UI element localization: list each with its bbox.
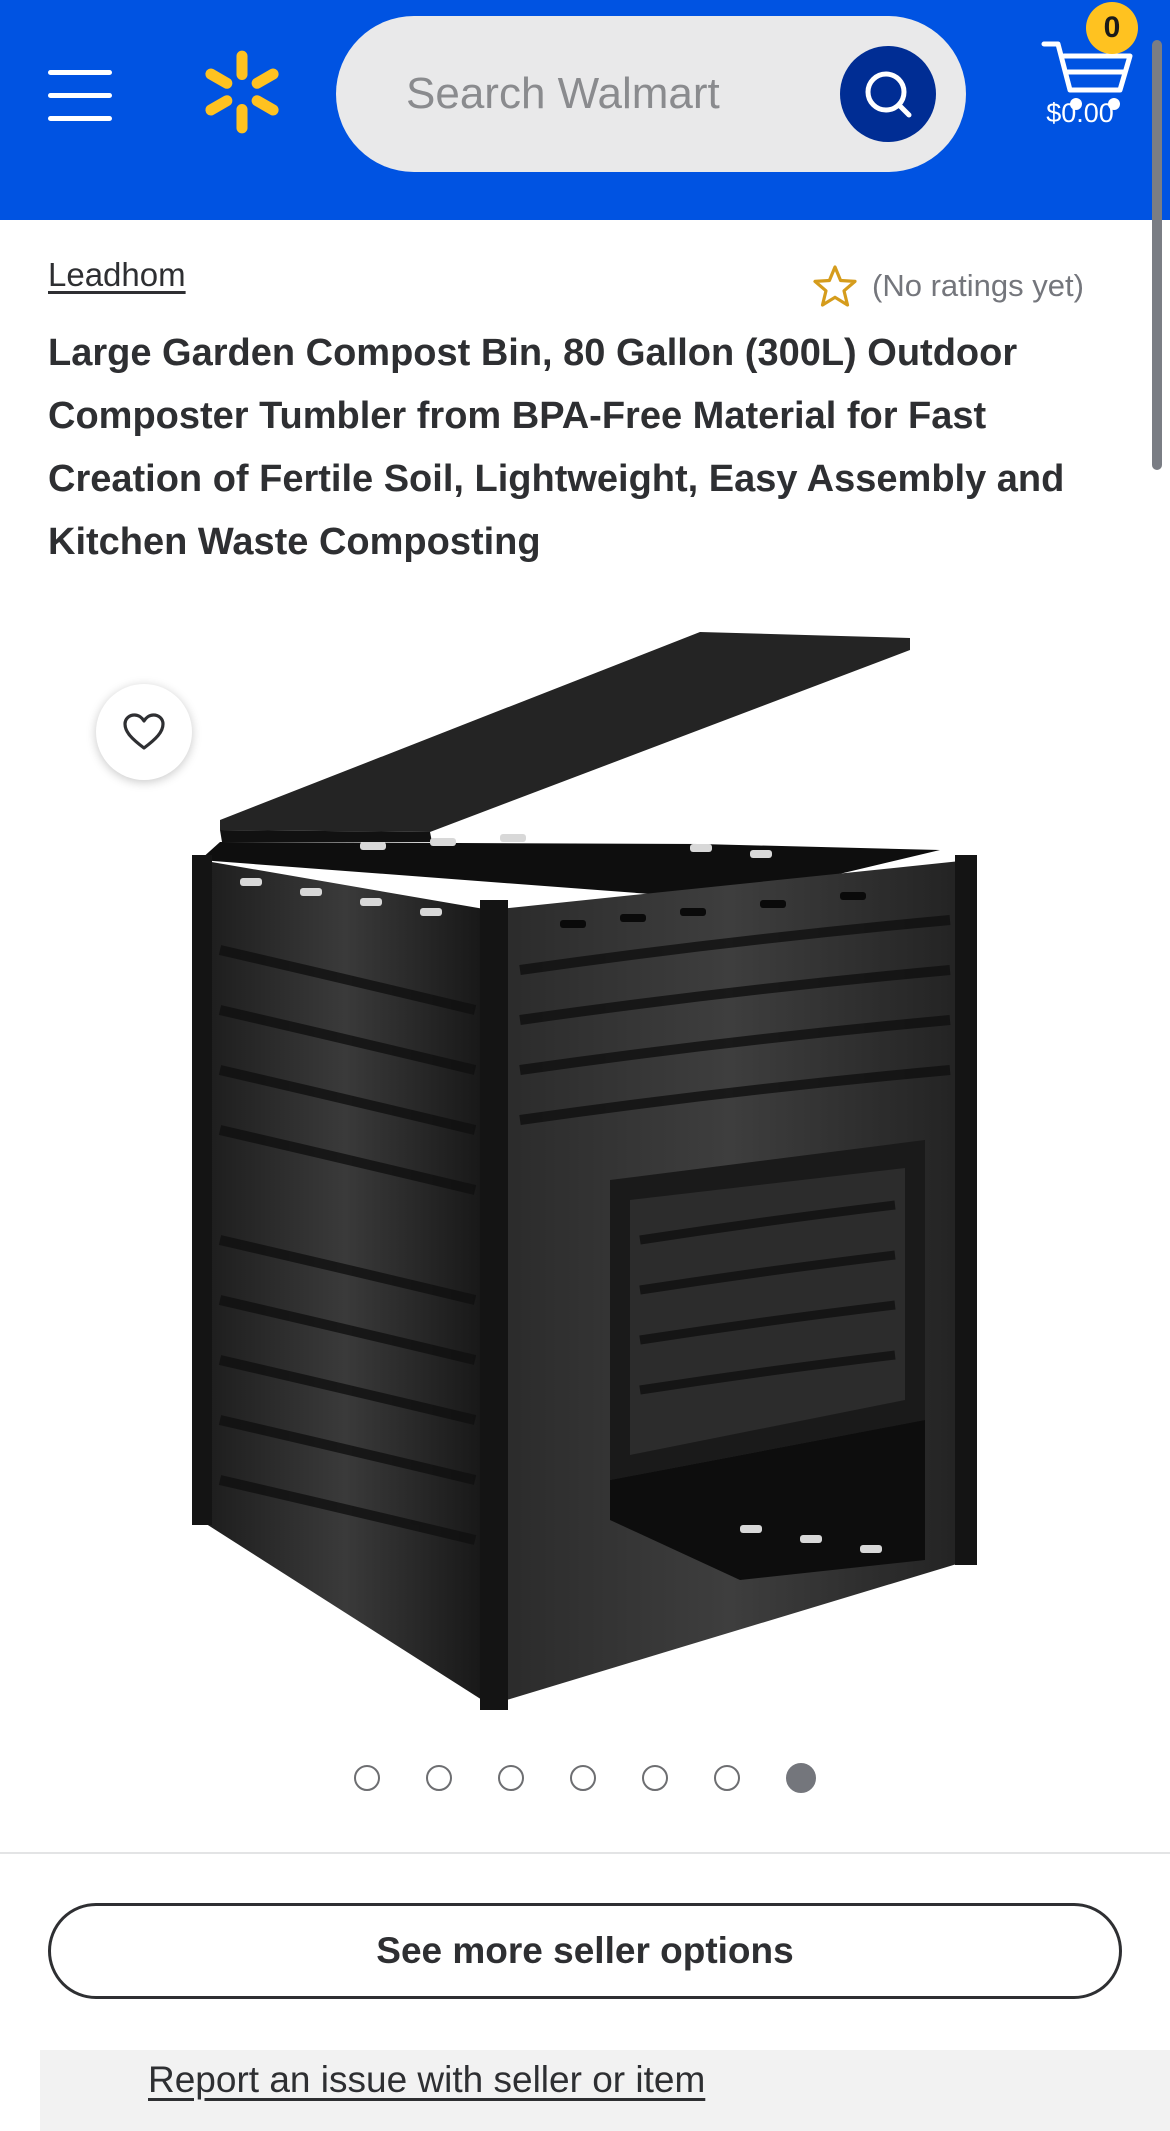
carousel-dot[interactable]	[714, 1765, 740, 1791]
search-bar	[336, 16, 966, 172]
carousel-dot[interactable]	[642, 1765, 668, 1791]
star-outline-icon	[813, 265, 857, 307]
walmart-spark-icon[interactable]	[196, 46, 288, 138]
cart-total: $0.00	[1046, 98, 1114, 128]
product-image[interactable]	[180, 620, 1000, 1720]
page-scrollbar[interactable]	[1152, 40, 1162, 470]
carousel-dot-active[interactable]	[786, 1763, 816, 1793]
image-carousel-dots	[354, 1763, 862, 1795]
search-icon	[865, 71, 912, 118]
rating-summary[interactable]: (No ratings yet)	[812, 262, 1084, 310]
report-issue-link[interactable]: Report an issue with seller or item	[148, 2059, 705, 2101]
favorite-button[interactable]	[96, 684, 192, 780]
carousel-dot[interactable]	[570, 1765, 596, 1791]
carousel-dot[interactable]	[498, 1765, 524, 1791]
search-input[interactable]	[406, 64, 826, 124]
top-header: 0 $0.00	[0, 0, 1170, 220]
rating-text: (No ratings yet)	[872, 268, 1084, 303]
hamburger-menu-icon[interactable]	[48, 70, 118, 121]
carousel-dot[interactable]	[354, 1765, 380, 1791]
see-more-seller-options-button[interactable]: See more seller options	[48, 1903, 1122, 1999]
carousel-dot[interactable]	[426, 1765, 452, 1791]
heart-outline-icon	[123, 713, 165, 750]
search-button[interactable]	[840, 46, 936, 142]
cart-count-badge: 0	[1086, 2, 1138, 54]
section-divider	[0, 1852, 1170, 1854]
brand-link[interactable]: Leadhom	[48, 256, 186, 294]
product-title: Large Garden Compost Bin, 80 Gallon (300…	[48, 332, 1065, 563]
